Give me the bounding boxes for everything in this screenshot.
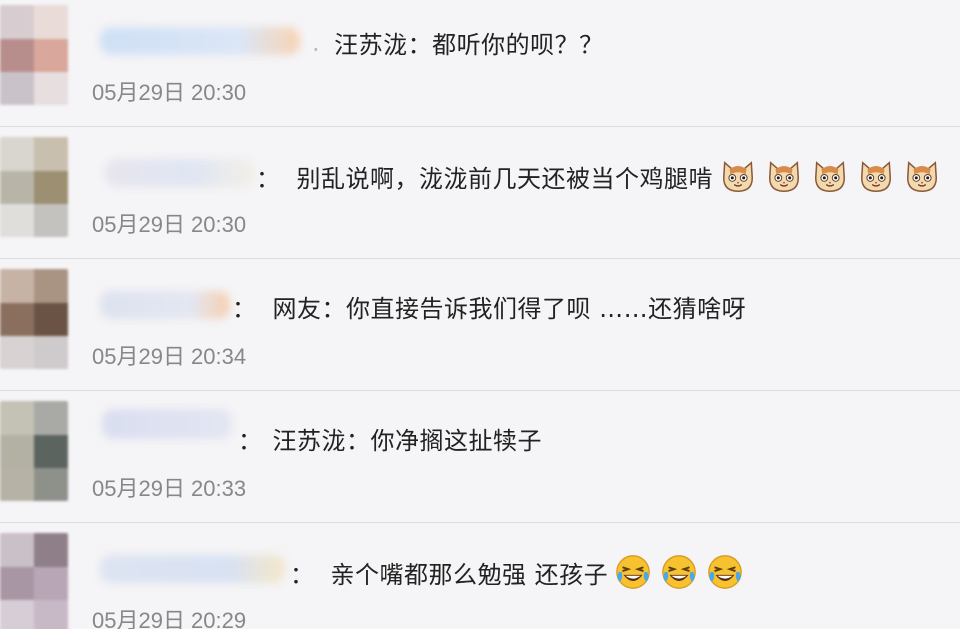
comment-item: ： 亲个嘴都那么勉强 还孩子 05月29日 20:29 [0, 523, 960, 629]
username-blurred[interactable] [105, 159, 255, 187]
comment-item: ： 网友：你直接告诉我们得了呗 ……还猜啥呀 05月29日 20:34 [0, 259, 960, 391]
comment-text: ： 汪苏泷：你净搁这扯犊子 [238, 427, 542, 455]
laughing-crying-face-icon [662, 555, 696, 589]
cat-face-icon [906, 161, 938, 192]
timestamp: 05月29日 20:30 [92, 80, 247, 105]
timestamp: 05月29日 20:30 [92, 212, 247, 237]
avatar[interactable] [0, 137, 68, 237]
cat-face-icon [722, 161, 754, 192]
username-blurred[interactable] [100, 27, 300, 55]
username-blurred[interactable] [102, 409, 232, 439]
comment-text: ： 亲个嘴都那么勉强 还孩子 [290, 553, 744, 591]
avatar[interactable] [0, 269, 68, 369]
timestamp: 05月29日 20:29 [92, 608, 247, 629]
avatar[interactable] [0, 401, 68, 501]
laughing-crying-face-icon [708, 555, 742, 589]
timestamp: 05月29日 20:34 [92, 344, 247, 369]
laughing-crying-face-icon [616, 555, 650, 589]
comment-text: ： 网友：你直接告诉我们得了呗 ……还猜啥呀 [232, 295, 747, 323]
timestamp: 05月29日 20:33 [92, 476, 247, 501]
comment-item: ： 汪苏泷：你净搁这扯犊子 05月29日 20:33 [0, 391, 960, 523]
username-blurred[interactable] [100, 291, 230, 319]
cat-face-icon [768, 161, 800, 192]
emoji-group [614, 553, 744, 591]
comment-list: . 汪苏泷：都听你的呗？？ 05月29日 20:30 ： 别乱说啊，泷泷前几天还被… [0, 0, 960, 629]
cat-face-icon [860, 161, 892, 192]
emoji-group [719, 157, 941, 195]
comment-text: ： 别乱说啊，泷泷前几天还被当个鸡腿啃 [256, 157, 941, 195]
cat-face-icon [814, 161, 846, 192]
comment-item: ： 别乱说啊，泷泷前几天还被当个鸡腿啃 05月29日 20:30 [0, 127, 960, 259]
username-blurred[interactable] [100, 555, 285, 583]
comment-text: . 汪苏泷：都听你的呗？？ [312, 28, 604, 60]
comment-item: . 汪苏泷：都听你的呗？？ 05月29日 20:30 [0, 0, 960, 127]
avatar[interactable] [0, 533, 68, 629]
avatar[interactable] [0, 5, 68, 105]
